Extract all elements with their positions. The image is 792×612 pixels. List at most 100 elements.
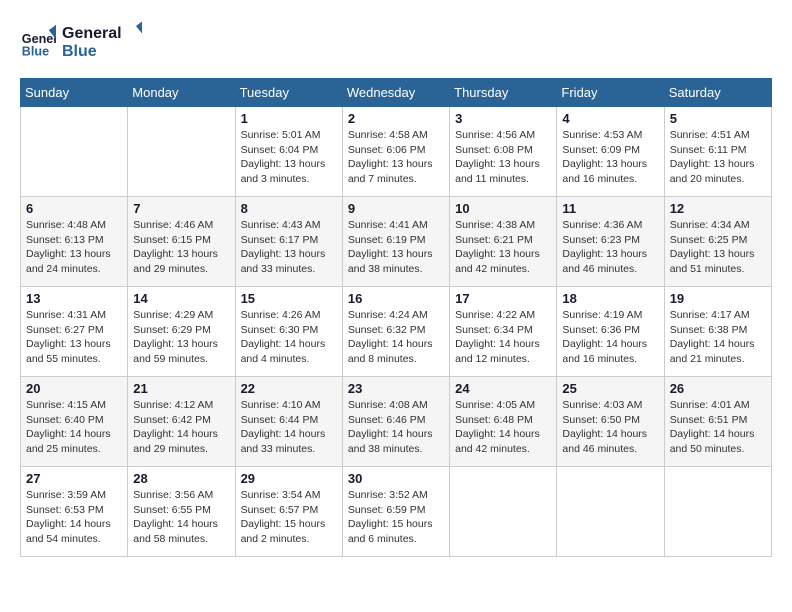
calendar-week-row: 20 Sunrise: 4:15 AMSunset: 6:40 PMDayligh… (21, 377, 772, 467)
calendar-cell: 22 Sunrise: 4:10 AMSunset: 6:44 PMDayligh… (235, 377, 342, 467)
calendar-cell: 3Sunrise: 4:56 AMSunset: 6:08 PMDaylight… (450, 107, 557, 197)
calendar-cell: 26 Sunrise: 4:01 AMSunset: 6:51 PMDayligh… (664, 377, 771, 467)
calendar-cell: 12Sunrise: 4:34 AMSunset: 6:25 PMDayligh… (664, 197, 771, 287)
day-number: 9 (348, 201, 444, 216)
weekday-header: Tuesday (235, 79, 342, 107)
calendar-cell: 16 Sunrise: 4:24 AMSunset: 6:32 PMDayligh… (342, 287, 449, 377)
day-info: Sunrise: 3:56 AMSunset: 6:55 PMDaylight:… (133, 488, 229, 547)
calendar-cell (21, 107, 128, 197)
calendar-cell: 2 Sunrise: 4:58 AMSunset: 6:06 PMDaylight… (342, 107, 449, 197)
calendar-cell: 17Sunrise: 4:22 AMSunset: 6:34 PMDayligh… (450, 287, 557, 377)
weekday-header: Monday (128, 79, 235, 107)
day-number: 20 (26, 381, 122, 396)
calendar-cell: 20 Sunrise: 4:15 AMSunset: 6:40 PMDayligh… (21, 377, 128, 467)
day-number: 26 (670, 381, 766, 396)
day-info: Sunrise: 4:41 AMSunset: 6:19 PMDaylight:… (348, 218, 444, 277)
day-info: Sunrise: 4:58 AMSunset: 6:06 PMDaylight:… (348, 128, 444, 187)
day-number: 14 (133, 291, 229, 306)
day-number: 24 (455, 381, 551, 396)
weekday-header: Wednesday (342, 79, 449, 107)
day-number: 6 (26, 201, 122, 216)
weekday-header: Thursday (450, 79, 557, 107)
calendar-cell: 23 Sunrise: 4:08 AMSunset: 6:46 PMDayligh… (342, 377, 449, 467)
logo-icon: General Blue (20, 23, 56, 59)
calendar-cell: 4 Sunrise: 4:53 AMSunset: 6:09 PMDaylight… (557, 107, 664, 197)
day-info: Sunrise: 4:56 AMSunset: 6:08 PMDaylight:… (455, 128, 551, 187)
day-info: Sunrise: 4:24 AMSunset: 6:32 PMDaylight:… (348, 308, 444, 367)
day-info: Sunrise: 3:52 AMSunset: 6:59 PMDaylight:… (348, 488, 444, 547)
day-info: Sunrise: 3:54 AMSunset: 6:57 PMDaylight:… (241, 488, 337, 547)
calendar-week-row: 1 Sunrise: 5:01 AMSunset: 6:04 PMDaylight… (21, 107, 772, 197)
day-number: 28 (133, 471, 229, 486)
day-info: Sunrise: 4:31 AMSunset: 6:27 PMDaylight:… (26, 308, 122, 367)
calendar-cell (450, 467, 557, 557)
day-info: Sunrise: 4:36 AMSunset: 6:23 PMDaylight:… (562, 218, 658, 277)
calendar-cell: 13 Sunrise: 4:31 AMSunset: 6:27 PMDayligh… (21, 287, 128, 377)
day-info: Sunrise: 4:10 AMSunset: 6:44 PMDaylight:… (241, 398, 337, 457)
svg-text:Blue: Blue (62, 43, 97, 60)
day-number: 2 (348, 111, 444, 126)
calendar-cell: 8 Sunrise: 4:43 AMSunset: 6:17 PMDaylight… (235, 197, 342, 287)
day-number: 7 (133, 201, 229, 216)
day-number: 15 (241, 291, 337, 306)
day-info: Sunrise: 4:29 AMSunset: 6:29 PMDaylight:… (133, 308, 229, 367)
day-info: Sunrise: 4:26 AMSunset: 6:30 PMDaylight:… (241, 308, 337, 367)
day-number: 1 (241, 111, 337, 126)
day-info: Sunrise: 4:05 AMSunset: 6:48 PMDaylight:… (455, 398, 551, 457)
calendar-cell: 6 Sunrise: 4:48 AMSunset: 6:13 PMDaylight… (21, 197, 128, 287)
day-number: 19 (670, 291, 766, 306)
day-number: 30 (348, 471, 444, 486)
calendar-cell: 21 Sunrise: 4:12 AMSunset: 6:42 PMDayligh… (128, 377, 235, 467)
calendar-cell: 27Sunrise: 3:59 AMSunset: 6:53 PMDayligh… (21, 467, 128, 557)
day-number: 18 (562, 291, 658, 306)
calendar-cell: 7 Sunrise: 4:46 AMSunset: 6:15 PMDaylight… (128, 197, 235, 287)
weekday-header: Sunday (21, 79, 128, 107)
day-number: 8 (241, 201, 337, 216)
calendar-cell: 9 Sunrise: 4:41 AMSunset: 6:19 PMDaylight… (342, 197, 449, 287)
day-info: Sunrise: 4:22 AMSunset: 6:34 PMDaylight:… (455, 308, 551, 367)
day-info: Sunrise: 4:08 AMSunset: 6:46 PMDaylight:… (348, 398, 444, 457)
day-number: 4 (562, 111, 658, 126)
day-info: Sunrise: 4:53 AMSunset: 6:09 PMDaylight:… (562, 128, 658, 187)
day-number: 23 (348, 381, 444, 396)
day-info: Sunrise: 4:19 AMSunset: 6:36 PMDaylight:… (562, 308, 658, 367)
day-number: 21 (133, 381, 229, 396)
calendar-week-row: 13 Sunrise: 4:31 AMSunset: 6:27 PMDayligh… (21, 287, 772, 377)
day-info: Sunrise: 4:01 AMSunset: 6:51 PMDaylight:… (670, 398, 766, 457)
day-info: Sunrise: 4:38 AMSunset: 6:21 PMDaylight:… (455, 218, 551, 277)
day-number: 27 (26, 471, 122, 486)
calendar-week-row: 27Sunrise: 3:59 AMSunset: 6:53 PMDayligh… (21, 467, 772, 557)
day-info: Sunrise: 4:03 AMSunset: 6:50 PMDaylight:… (562, 398, 658, 457)
calendar-cell (664, 467, 771, 557)
day-info: Sunrise: 4:12 AMSunset: 6:42 PMDaylight:… (133, 398, 229, 457)
day-info: Sunrise: 4:15 AMSunset: 6:40 PMDaylight:… (26, 398, 122, 457)
weekday-header: Saturday (664, 79, 771, 107)
day-info: Sunrise: 4:17 AMSunset: 6:38 PMDaylight:… (670, 308, 766, 367)
day-info: Sunrise: 4:43 AMSunset: 6:17 PMDaylight:… (241, 218, 337, 277)
day-number: 12 (670, 201, 766, 216)
calendar-cell: 28 Sunrise: 3:56 AMSunset: 6:55 PMDayligh… (128, 467, 235, 557)
calendar-cell: 29Sunrise: 3:54 AMSunset: 6:57 PMDayligh… (235, 467, 342, 557)
day-number: 22 (241, 381, 337, 396)
day-number: 10 (455, 201, 551, 216)
svg-text:Blue: Blue (22, 44, 49, 58)
calendar-cell: 5Sunrise: 4:51 AMSunset: 6:11 PMDaylight… (664, 107, 771, 197)
day-info: Sunrise: 4:46 AMSunset: 6:15 PMDaylight:… (133, 218, 229, 277)
logo-svg: General Blue (62, 20, 142, 62)
day-number: 13 (26, 291, 122, 306)
calendar-cell: 15 Sunrise: 4:26 AMSunset: 6:30 PMDayligh… (235, 287, 342, 377)
day-number: 25 (562, 381, 658, 396)
calendar-cell: 19 Sunrise: 4:17 AMSunset: 6:38 PMDayligh… (664, 287, 771, 377)
day-number: 16 (348, 291, 444, 306)
day-info: Sunrise: 5:01 AMSunset: 6:04 PMDaylight:… (241, 128, 337, 187)
calendar-week-row: 6 Sunrise: 4:48 AMSunset: 6:13 PMDaylight… (21, 197, 772, 287)
calendar-table: SundayMondayTuesdayWednesdayThursdayFrid… (20, 78, 772, 557)
calendar-cell: 1 Sunrise: 5:01 AMSunset: 6:04 PMDaylight… (235, 107, 342, 197)
day-info: Sunrise: 4:48 AMSunset: 6:13 PMDaylight:… (26, 218, 122, 277)
weekday-header: Friday (557, 79, 664, 107)
day-info: Sunrise: 4:51 AMSunset: 6:11 PMDaylight:… (670, 128, 766, 187)
calendar-cell: 10 Sunrise: 4:38 AMSunset: 6:21 PMDayligh… (450, 197, 557, 287)
logo: General Blue General Blue (20, 20, 142, 62)
svg-text:General: General (62, 25, 122, 42)
calendar-cell: 24 Sunrise: 4:05 AMSunset: 6:48 PMDayligh… (450, 377, 557, 467)
